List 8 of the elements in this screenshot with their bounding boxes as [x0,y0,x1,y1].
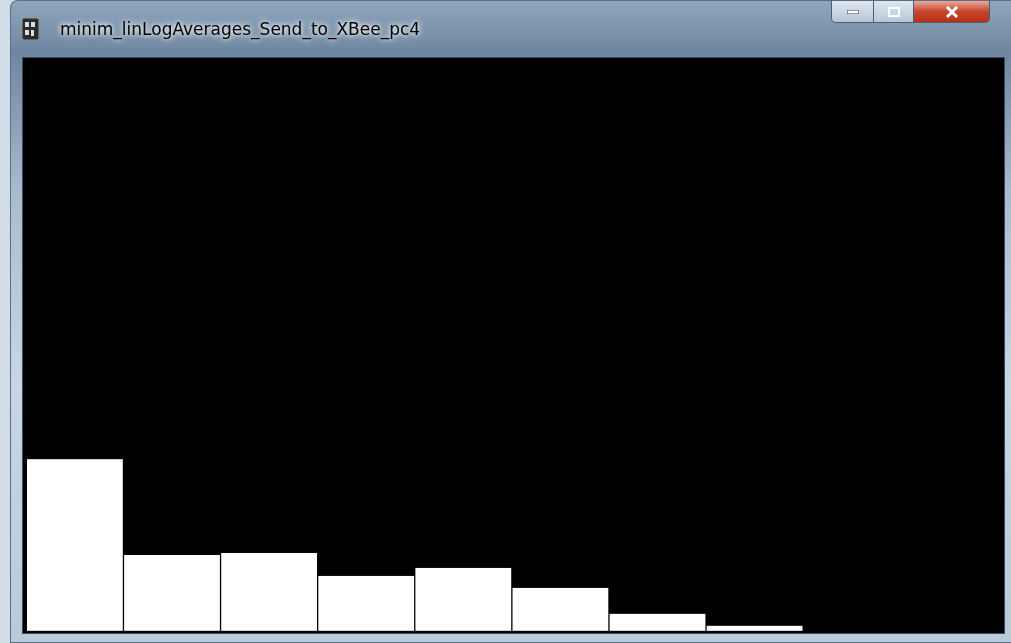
maximize-icon [887,6,900,17]
window-title: minim_linLogAverages_Send_to_XBee_pc4 [60,19,421,40]
minimize-button[interactable] [831,1,874,23]
close-icon [944,5,959,18]
maximize-button[interactable] [874,1,914,23]
close-button[interactable] [914,1,990,23]
minimize-icon [846,9,859,14]
app-icon [22,18,39,41]
